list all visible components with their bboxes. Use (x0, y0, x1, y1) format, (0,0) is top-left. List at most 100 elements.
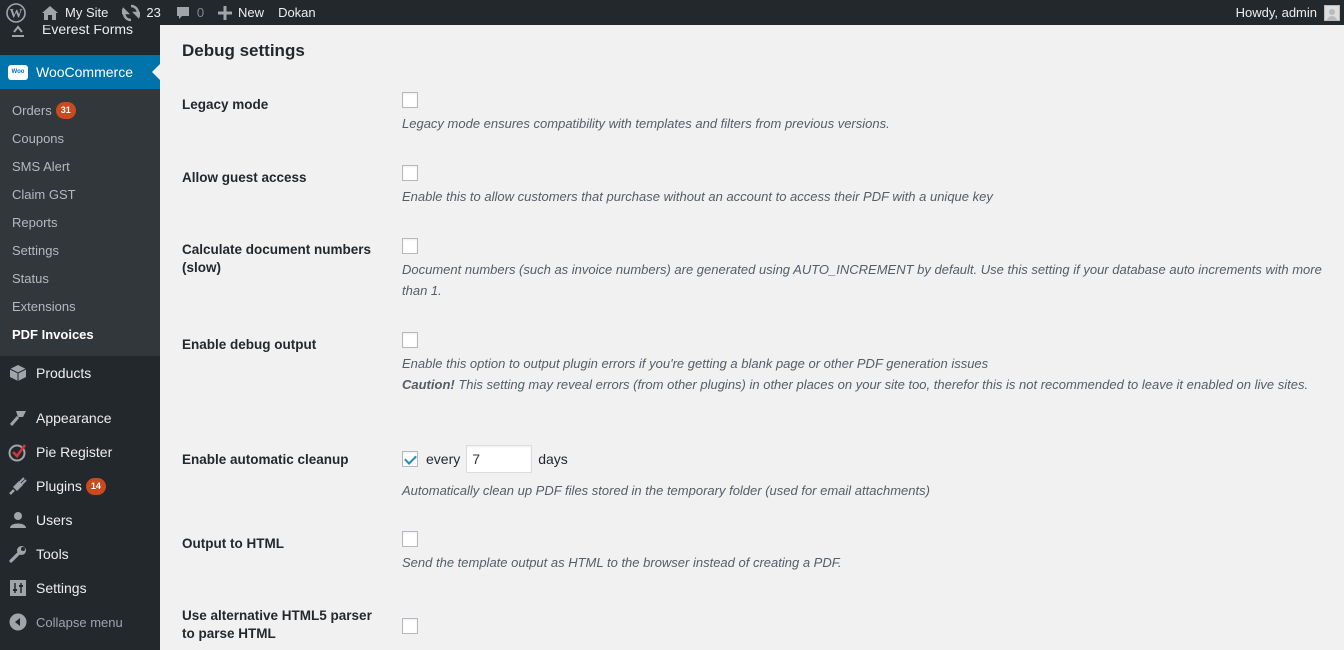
submenu-label: Settings (12, 242, 59, 258)
setting-field: every days Automatically clean up PDF fi… (402, 445, 1322, 501)
sidebar-item-label: Users (36, 512, 73, 528)
debug-description: Enable this option to output plugin erro… (402, 355, 989, 371)
submenu-label: SMS Alert (12, 158, 70, 174)
setting-label: Legacy mode (182, 97, 269, 112)
dokan-menu[interactable]: Dokan (271, 0, 323, 25)
submenu-orders[interactable]: Orders 31 (0, 96, 160, 124)
admin-sidebar: Everest Forms Woo WooCommerce Orders 31 … (0, 25, 160, 650)
sidebar-item-label: Pie Register (36, 444, 113, 460)
plugins-update-badge: 14 (85, 477, 106, 495)
admin-bar: W My Site 23 0 New Dokan Howdy, admin (0, 0, 1344, 25)
paintbrush-icon (8, 408, 28, 428)
sidebar-item-products[interactable]: Products (0, 356, 160, 390)
sidebar-item-label: WooCommerce (36, 64, 133, 80)
every-label: every (426, 451, 461, 467)
setting-field (402, 617, 1322, 634)
submenu-label: Coupons (12, 130, 65, 146)
cleanup-days-input[interactable] (466, 445, 533, 473)
setting-field: Send the template output as HTML to the … (402, 530, 1322, 573)
calculate-numbers-checkbox[interactable] (402, 237, 418, 254)
box-icon (8, 363, 28, 383)
submenu-pdf-invoices[interactable]: PDF Invoices (0, 320, 160, 348)
svg-text:W: W (10, 5, 23, 20)
site-name: My Site (65, 5, 109, 20)
comment-icon (175, 5, 191, 21)
wrench-icon (8, 544, 28, 564)
submenu-extensions[interactable]: Extensions (0, 292, 160, 320)
pie-register-icon (8, 442, 28, 462)
html5-parser-checkbox[interactable] (402, 617, 418, 634)
submenu-label: PDF Invoices (12, 326, 94, 342)
setting-description: Send the template output as HTML to the … (402, 554, 842, 570)
days-label: days (538, 451, 568, 467)
submenu-label: Orders (12, 102, 52, 118)
submenu-claim-gst[interactable]: Claim GST (0, 180, 160, 208)
setting-field: Enable this option to output plugin erro… (402, 331, 1322, 395)
new-label: New (238, 5, 265, 20)
sidebar-item-users[interactable]: Users (0, 503, 160, 537)
debug-output-checkbox[interactable] (402, 331, 418, 348)
sidebar-item-appearance[interactable]: Appearance (0, 401, 160, 435)
guest-access-checkbox[interactable] (402, 164, 418, 181)
legacy-mode-checkbox[interactable] (402, 91, 418, 108)
sidebar-item-label: Everest Forms (42, 25, 134, 37)
output-html-checkbox[interactable] (402, 530, 418, 547)
setting-label: Calculate document numbers (slow) (182, 242, 372, 275)
submenu-reports[interactable]: Reports (0, 208, 160, 236)
sidebar-item-plugins[interactable]: Plugins 14 (0, 469, 160, 503)
collapse-menu-button[interactable]: Collapse menu (0, 605, 160, 639)
main-content: Debug settings Legacy mode Legacy mode e… (160, 25, 1344, 650)
page-title: Debug settings (182, 41, 305, 60)
setting-description: Legacy mode ensures compatibility with t… (402, 115, 890, 131)
sidebar-item-label: Settings (36, 580, 87, 596)
sidebar-item-pie-register[interactable]: Pie Register (0, 435, 160, 469)
sidebar-item-settings[interactable]: Settings (0, 571, 160, 605)
setting-label: Allow guest access (182, 170, 307, 185)
sidebar-item-label: Appearance (36, 410, 112, 426)
plug-icon (8, 476, 28, 496)
menu-separator (0, 390, 160, 401)
comments-menu[interactable]: 0 (168, 0, 211, 25)
setting-description: Enable this to allow customers that purc… (402, 188, 993, 204)
submenu-coupons[interactable]: Coupons (0, 124, 160, 152)
submenu-status[interactable]: Status (0, 264, 160, 292)
orders-count-badge: 31 (55, 101, 76, 119)
comments-count: 0 (196, 5, 205, 20)
setting-label: Enable debug output (182, 337, 317, 352)
sidebar-item-everest-forms[interactable]: Everest Forms (0, 25, 160, 37)
caution-text: This setting may reveal errors (from oth… (454, 376, 1309, 392)
submenu-label: Status (12, 270, 49, 286)
submenu-label: Reports (12, 214, 58, 230)
refresh-icon (122, 4, 141, 22)
user-icon (8, 510, 28, 530)
setting-label: Use alternative HTML5 parser to parse HT… (182, 608, 372, 641)
automatic-cleanup-checkbox[interactable] (402, 451, 418, 467)
setting-description: Enable this option to output plugin erro… (402, 353, 1322, 395)
sidebar-item-woocommerce[interactable]: Woo WooCommerce (0, 55, 160, 89)
sidebar-item-tools[interactable]: Tools (0, 537, 160, 571)
submenu-settings[interactable]: Settings (0, 236, 160, 264)
collapse-icon (8, 612, 28, 632)
setting-label: Enable automatic cleanup (182, 452, 349, 467)
wordpress-logo-menu[interactable]: W (0, 0, 34, 25)
plus-icon (218, 5, 233, 20)
my-account-menu[interactable]: Howdy, admin (1229, 0, 1344, 25)
updates-count: 23 (146, 5, 161, 20)
setting-description: Document numbers (such as invoice number… (402, 261, 1322, 298)
howdy-text: Howdy, admin (1235, 5, 1317, 20)
updates-menu[interactable]: 23 (115, 0, 167, 25)
sliders-icon (8, 578, 28, 598)
setting-description: Automatically clean up PDF files stored … (402, 483, 930, 498)
caution-label: Caution! (402, 376, 455, 392)
new-content-menu[interactable]: New (211, 0, 271, 25)
home-icon (41, 5, 59, 21)
dokan-label: Dokan (278, 5, 316, 20)
submenu-sms-alert[interactable]: SMS Alert (0, 152, 160, 180)
setting-field: Document numbers (such as invoice number… (402, 237, 1322, 301)
site-name-menu[interactable]: My Site (34, 0, 115, 25)
cleanup-controls: every days (402, 445, 1322, 473)
submenu-label: Claim GST (12, 186, 76, 202)
sidebar-item-label: Plugins (36, 478, 82, 494)
avatar (1324, 4, 1340, 21)
submenu-label: Extensions (12, 298, 76, 314)
